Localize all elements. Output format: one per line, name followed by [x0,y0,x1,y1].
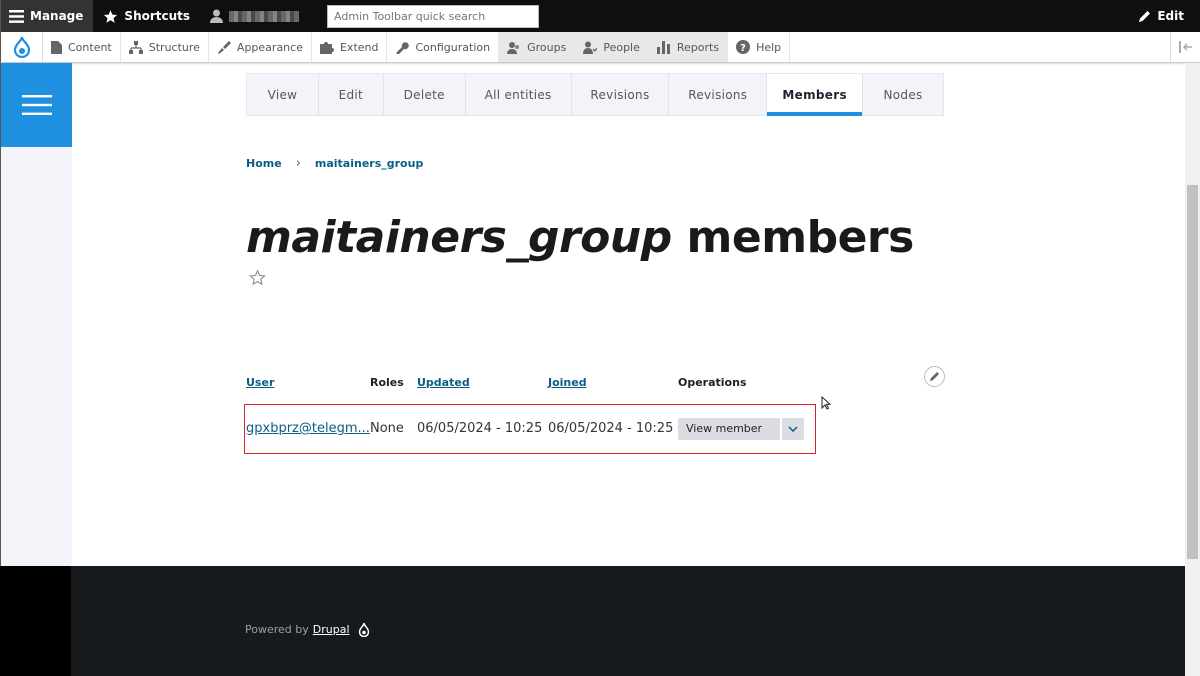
tray-item-label: Groups [527,40,567,54]
file-icon [51,40,62,54]
hamburger-icon [21,95,52,115]
tab-members[interactable]: Members [767,74,864,116]
tray-orientation-toggle[interactable] [1170,32,1200,62]
tab-view[interactable]: View [247,74,319,115]
contextual-links-pencil-icon[interactable] [924,366,945,387]
tray-item-label: Reports [676,40,720,54]
chevron-down-icon [788,426,798,432]
admin-toolbar-search-input[interactable] [327,4,540,28]
tray-item-groups[interactable]: Groups [499,32,576,62]
tray-item-label: Extend [339,40,379,54]
member-updated: 06/05/2024 - 10:25 [417,421,543,436]
footer-left-gutter [0,566,71,676]
paintbrush-icon [217,40,231,54]
wrench-icon [396,41,410,54]
user-tab[interactable] [200,0,309,32]
page-footer [71,566,1185,676]
column-header-user[interactable]: User [246,376,274,389]
page-title: maitainers_group members [246,212,914,263]
tray-item-reports[interactable]: Reports [648,32,729,62]
edit-label: Edit [1157,9,1184,23]
local-tasks-tabs: View Edit Delete All entities Revisions … [246,73,944,116]
sitemap-icon [128,40,143,54]
manage-tab[interactable]: Manage [1,0,94,32]
shortcuts-label: Shortcuts [124,9,191,23]
scrollbar-thumb[interactable] [1187,185,1198,559]
drupal-logo-icon [13,36,30,58]
tray-item-label: Configuration [415,40,491,54]
tray-item-content[interactable]: Content [43,32,121,62]
member-roles: None [370,421,404,436]
star-icon [104,9,118,23]
tray-item-label: Help [756,40,782,54]
tab-all-entities[interactable]: All entities [466,74,572,115]
tab-nodes[interactable]: Nodes [863,74,943,115]
page-title-group-name: maitainers_group [246,212,672,263]
admin-tray: Content Structure Appearance Extend Conf… [0,32,1200,63]
user-name [229,10,300,22]
tab-revisions[interactable]: Revisions [572,74,670,115]
mouse-cursor-icon [821,396,831,410]
tab-delete[interactable]: Delete [384,74,466,115]
tray-item-appearance[interactable]: Appearance [209,32,312,62]
drupal-drop-icon [358,622,369,637]
svg-text:?: ? [740,43,746,54]
column-header-updated[interactable]: Updated [417,376,470,389]
tray-item-help[interactable]: ? Help [728,32,791,62]
view-member-button[interactable]: View member [678,418,780,440]
breadcrumb-separator: › [295,156,301,171]
member-user-link[interactable]: gpxbprz@telegm... [246,421,370,436]
bar-chart-icon [656,40,670,54]
tray-item-structure[interactable]: Structure [121,32,209,62]
operations-dropbutton: View member [678,418,804,440]
people-icon [583,41,598,54]
help-icon: ? [736,40,751,54]
tray-item-label: Appearance [236,40,303,54]
pencil-icon [1139,10,1151,22]
tab-revisions-2[interactable]: Revisions [669,74,768,115]
tab-edit[interactable]: Edit [319,74,384,115]
tray-item-people[interactable]: People [575,32,649,62]
drupal-link[interactable]: Drupal [313,623,350,636]
shortcut-star-icon[interactable] [249,269,266,290]
column-header-operations: Operations [678,376,747,389]
puzzle-icon [319,41,334,54]
breadcrumb: Home › maitainers_group [246,156,423,171]
tray-item-label: Content [68,40,112,54]
powered-by-text: Powered by [245,623,309,636]
breadcrumb-group-link[interactable]: maitainers_group [315,157,423,170]
operations-toggle-button[interactable] [782,418,804,440]
left-gutter [0,147,72,566]
page-title-suffix: members [671,212,915,263]
tray-item-extend[interactable]: Extend [312,32,388,62]
member-joined: 06/05/2024 - 10:25 [548,421,674,436]
powered-by: Powered by Drupal [245,622,370,637]
groups-icon [507,41,520,54]
shortcuts-tab[interactable]: Shortcuts [93,0,200,32]
hamburger-icon [9,9,24,23]
breadcrumb-home-link[interactable]: Home [246,157,282,170]
collapse-icon [1178,41,1192,53]
tray-item-label: Structure [148,40,200,54]
admin-toolbar: Manage Shortcuts Edit [0,0,1200,32]
tray-item-configuration[interactable]: Configuration [387,32,500,62]
manage-label: Manage [30,9,84,23]
sidebar-menu-button[interactable] [0,63,72,147]
user-icon [210,9,224,23]
edit-toggle-button[interactable]: Edit [1138,9,1184,23]
tray-item-label: People [603,40,640,54]
drupal-home-link[interactable] [1,32,43,62]
column-header-joined[interactable]: Joined [548,376,587,389]
column-header-roles: Roles [370,376,404,389]
